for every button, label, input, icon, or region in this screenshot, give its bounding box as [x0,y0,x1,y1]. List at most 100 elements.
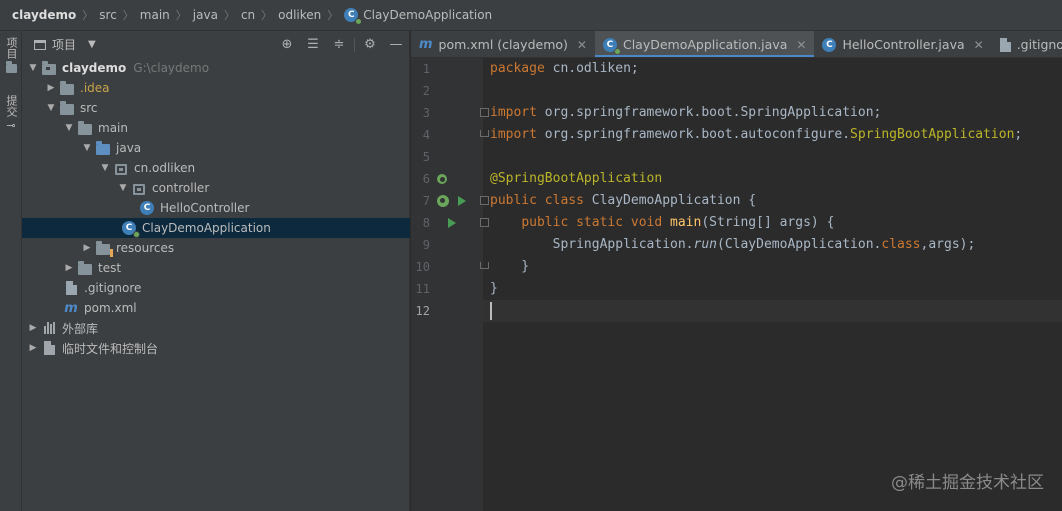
project-panel-title[interactable]: 项目 [52,36,76,53]
breadcrumb-separator: 〉 [261,9,273,22]
line-number: 5 [422,150,430,164]
spring-bean-search-icon[interactable] [437,168,447,190]
project-tool-label: 项目 [5,37,18,59]
gear-icon[interactable]: ⚙ [357,31,383,58]
project-tree: ▼ claydemo G:\claydemo ▶ .idea ▼ src ▼ m… [22,58,410,358]
breadcrumb-cn[interactable]: cn [241,8,255,22]
breadcrumb-project[interactable]: claydemo [12,8,76,22]
chevron-down-icon[interactable]: ▼ [116,183,130,193]
editor-tabs: m pom.xml (claydemo) ✕ C ClayDemoApplica… [411,31,1062,58]
breadcrumb-separator: 〉 [223,9,235,22]
chevron-down-icon[interactable]: ▼ [62,123,76,133]
breadcrumb-odliken[interactable]: odliken [278,8,321,22]
project-panel-header: 项目 ▼ ⊕ ☰ ≑ ⚙ — [22,31,409,58]
tree-item-scratches[interactable]: ▶ 临时文件和控制台 [22,338,410,358]
tree-item-pom[interactable]: m pom.xml [22,298,410,318]
chevron-down-icon[interactable]: ▼ [26,63,40,73]
file-icon [999,37,1011,52]
tree-item-label: 外部库 [62,321,99,336]
tree-item-external-libraries[interactable]: ▶ 外部库 [22,318,410,338]
code-line-8: public static void main(String[] args) { [521,215,835,230]
tree-item-src[interactable]: ▼ src [22,98,410,118]
run-icon[interactable] [448,212,456,234]
left-tool-strip: 项目 提交 ⊸ [0,31,22,511]
line-number: 10 [415,260,430,274]
fold-marker-icon[interactable] [480,108,489,117]
code-line-7: public class ClayDemoApplication { [490,193,757,208]
spring-bean-icon[interactable] [437,190,449,212]
project-panel: 项目 ▼ ⊕ ☰ ≑ ⚙ — ▼ claydemo G:\claydemo ▶ … [22,31,410,511]
maven-icon: m [64,300,78,316]
chevron-right-icon[interactable]: ▶ [26,343,40,353]
folder-icon [40,60,58,76]
line-number: 9 [422,238,430,252]
chevron-down-icon[interactable]: ▼ [44,103,58,113]
commit-tool-label: 提交 [5,95,18,117]
code-line-11: } [490,281,498,296]
close-icon[interactable]: ✕ [577,38,587,52]
tree-item-main[interactable]: ▼ main [22,118,410,138]
tab-claydemoapplication[interactable]: C ClayDemoApplication.java ✕ [594,31,815,57]
tree-item-java[interactable]: ▼ java [22,138,410,158]
package-icon [130,180,148,196]
commit-tool-button[interactable]: 提交 ⊸ [3,95,19,132]
breadcrumb-src[interactable]: src [99,8,117,22]
tab-hellocontroller[interactable]: C HelloController.java ✕ [814,31,991,57]
code-line-1: package cn.odliken; [490,61,639,76]
tree-item-label: src [80,101,98,115]
package-icon [112,160,130,176]
locate-icon[interactable]: ⊕ [274,31,300,58]
fold-marker-icon[interactable] [480,196,489,205]
line-number: 8 [422,216,430,230]
scratches-icon [40,340,58,356]
expand-all-icon[interactable]: ☰ [300,31,326,58]
breadcrumb-main[interactable]: main [140,8,170,22]
tree-item-gitignore[interactable]: .gitignore [22,278,410,298]
fold-marker-icon[interactable] [480,218,489,227]
tree-item-idea[interactable]: ▶ .idea [22,78,410,98]
close-icon[interactable]: ✕ [974,38,984,52]
chevron-right-icon[interactable]: ▶ [62,263,76,273]
tree-item-test[interactable]: ▶ test [22,258,410,278]
tab-pom-xml[interactable]: m pom.xml (claydemo) ✕ [411,31,595,57]
breadcrumb-separator: 〉 [82,9,94,22]
collapse-all-icon[interactable]: ≑ [326,31,352,58]
tree-item-label: pom.xml [84,301,137,315]
line-number: 4 [422,128,430,142]
code-area[interactable]: 1 2 3 4 5 6 7 8 9 10 11 12 package cn.od… [411,58,1062,511]
project-tool-button[interactable]: 项目 [3,37,19,76]
tab-gitignore[interactable]: .gitignore [992,31,1062,57]
breadcrumb-class[interactable]: C ClayDemoApplication [344,8,492,25]
chevron-down-icon[interactable]: ▼ [80,143,94,153]
folder-icon [5,61,17,76]
chevron-right-icon[interactable]: ▶ [80,243,94,253]
chevron-right-icon[interactable]: ▶ [44,83,58,93]
tree-item-label: resources [116,241,175,255]
maven-icon: m [419,37,433,52]
spring-class-icon: C [344,8,363,25]
tree-item-label: 临时文件和控制台 [62,341,159,356]
fold-end-icon[interactable] [480,262,489,269]
tree-item-label: test [98,261,122,275]
run-icon[interactable] [458,190,466,212]
breadcrumb-java[interactable]: java [193,8,218,22]
line-number: 2 [422,84,430,98]
spring-class-icon: C [602,37,621,55]
tree-item-cn-odliken[interactable]: ▼ cn.odliken [22,158,410,178]
chevron-right-icon[interactable]: ▶ [26,323,40,333]
fold-end-icon[interactable] [480,130,489,137]
breadcrumb-separator: 〉 [175,9,187,22]
tree-item-resources[interactable]: ▶ resources [22,238,410,258]
close-icon[interactable]: ✕ [796,38,806,52]
tree-item-hellocontroller[interactable]: C HelloController [22,198,410,218]
tree-item-claydemoapplication[interactable]: C ClayDemoApplication [22,218,410,238]
project-panel-toolbar: ⊕ ☰ ≑ ⚙ — [274,31,409,58]
tree-item-claydemo[interactable]: ▼ claydemo G:\claydemo [22,58,410,78]
chevron-down-icon[interactable]: ▼ [88,39,96,50]
minimize-icon[interactable]: — [383,31,409,58]
chevron-down-icon[interactable]: ▼ [98,163,112,173]
tree-item-controller[interactable]: ▼ controller [22,178,410,198]
folder-icon [58,80,76,96]
folder-icon [76,260,94,276]
line-number: 6 [422,172,430,186]
